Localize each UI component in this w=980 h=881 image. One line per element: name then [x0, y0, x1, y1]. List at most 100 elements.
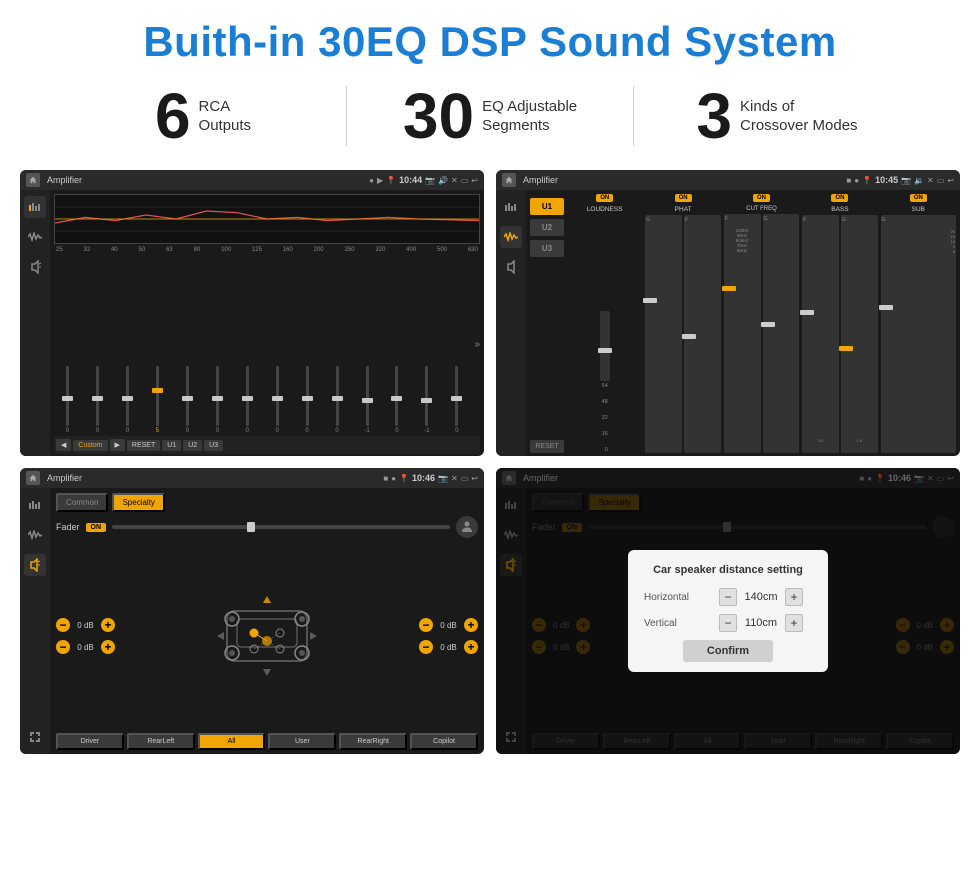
bass-g-slider[interactable]: G 1.0 [841, 215, 878, 453]
db-fr-minus[interactable]: − [419, 618, 433, 632]
eq-slider-col-12: 0 [383, 366, 410, 434]
crossover-channels: ON LOUDNESS 644832160 ON [567, 194, 956, 453]
screen3-time: 10:46 [412, 473, 435, 483]
db-fl-plus[interactable]: + [101, 618, 115, 632]
speaker-icon-2[interactable] [500, 256, 522, 278]
btn-driver[interactable]: Driver [56, 733, 124, 750]
confirm-button[interactable]: Confirm [683, 640, 773, 662]
feature-rca-number: 6 [155, 84, 191, 148]
crossover-reset[interactable]: RESET [530, 440, 564, 453]
eq-slider-track-13[interactable] [425, 366, 428, 426]
btn-rearleft[interactable]: RearLeft [127, 733, 195, 750]
wave-icon[interactable] [24, 226, 46, 248]
back-icon-1[interactable]: ↩ [471, 176, 478, 185]
db-rr-plus[interactable]: + [464, 640, 478, 654]
sub-g-slider[interactable]: G 20151050 [881, 215, 956, 453]
db-fl-minus[interactable]: − [56, 618, 70, 632]
btn-all[interactable]: All [198, 733, 266, 750]
horizontal-minus-btn[interactable]: − [719, 588, 737, 606]
phat-f-slider[interactable]: F [684, 215, 721, 453]
phat-g-slider[interactable]: G [645, 215, 682, 453]
eq-u3-btn[interactable]: U3 [204, 440, 223, 451]
home-icon-1[interactable] [26, 173, 40, 187]
db-rr-minus[interactable]: − [419, 640, 433, 654]
eq-slider-track-10[interactable] [336, 366, 339, 426]
eq-slider-thumb-1 [62, 396, 73, 401]
fader-right-controls: − 0 dB + − 0 dB + [419, 618, 478, 654]
wave-icon-3[interactable] [24, 524, 46, 546]
phat-on[interactable]: ON [675, 194, 692, 202]
fader-slider-h[interactable] [112, 525, 450, 529]
eq-reset-btn[interactable]: RESET [127, 440, 160, 451]
eq-slider-track-8[interactable] [276, 366, 279, 426]
eq-slider-track-3[interactable] [126, 366, 129, 426]
eq-custom-btn[interactable]: Custom [73, 440, 107, 451]
db-rl-minus[interactable]: − [56, 640, 70, 654]
eq-slider-track-4[interactable] [156, 366, 159, 426]
vertical-plus-btn[interactable]: + [785, 614, 803, 632]
db-fr-plus[interactable]: + [464, 618, 478, 632]
eq-icon-3[interactable] [24, 494, 46, 516]
back-icon-3[interactable]: ↩ [471, 474, 478, 483]
eq-slider-track-7[interactable] [246, 366, 249, 426]
loudness-on[interactable]: ON [596, 194, 613, 202]
eq-prev-btn[interactable]: ◀ [56, 439, 71, 451]
car-svg [212, 591, 322, 681]
eq-more-icon[interactable]: » [474, 339, 480, 350]
eq-slider-track-9[interactable] [306, 366, 309, 426]
person-icon[interactable] [456, 516, 478, 538]
sub-on[interactable]: ON [910, 194, 927, 202]
eq-slider-track-1[interactable] [66, 366, 69, 426]
eq-slider-track-6[interactable] [216, 366, 219, 426]
eq-slider-track-5[interactable] [186, 366, 189, 426]
btn-rearright[interactable]: RearRight [339, 733, 407, 750]
btn-user[interactable]: User [268, 733, 336, 750]
home-icon-3[interactable] [26, 471, 40, 485]
eq-u2-btn[interactable]: U2 [183, 440, 202, 451]
eq-u1-btn[interactable]: U1 [162, 440, 181, 451]
eq-slider-track-11[interactable] [366, 366, 369, 426]
battery-icon-2: ▭ [937, 176, 945, 185]
cutfreq-g-thumb [761, 322, 775, 327]
db-rl-plus[interactable]: + [101, 640, 115, 654]
horizontal-plus-btn[interactable]: + [785, 588, 803, 606]
cutfreq-f-slider[interactable]: F 100Hz90Hz80kHz70Hz60Hz [724, 214, 761, 453]
feature-eq-text: EQ AdjustableSegments [482, 97, 577, 136]
eq-icon[interactable] [24, 196, 46, 218]
back-icon-2[interactable]: ↩ [947, 176, 954, 185]
vertical-minus-btn[interactable]: − [719, 614, 737, 632]
eq-icon-2[interactable] [500, 196, 522, 218]
fader-text-label: Fader [56, 522, 80, 532]
preset-u3[interactable]: U3 [530, 240, 564, 257]
bass-on[interactable]: ON [831, 194, 848, 202]
preset-u2[interactable]: U2 [530, 219, 564, 236]
crossover-main: U1 U2 U3 RESET ON LOUDNESS [526, 190, 960, 456]
speaker-icon-3[interactable] [24, 554, 46, 576]
speaker-icon[interactable] [24, 256, 46, 278]
car-diagram [119, 591, 415, 681]
eq-val-12: 0 [395, 428, 398, 434]
bass-f-slider[interactable]: F 3.0 [802, 215, 839, 453]
cutfreq-on[interactable]: ON [753, 194, 770, 202]
eq-slider-track-2[interactable] [96, 366, 99, 426]
bass-label: BASS [831, 206, 848, 213]
eq-slider-thumb-5 [182, 396, 193, 401]
preset-u1[interactable]: U1 [530, 198, 564, 215]
eq-sliders: 0 0 0 [54, 255, 480, 436]
cutfreq-thumb [722, 286, 736, 291]
wave-icon-2[interactable] [500, 226, 522, 248]
eq-next-btn[interactable]: ▶ [110, 439, 125, 451]
feature-eq-number: 30 [403, 84, 474, 148]
distance-dialog: Car speaker distance setting Horizontal … [628, 550, 828, 672]
loudness-slider[interactable] [600, 311, 610, 381]
cutfreq-g-slider[interactable]: G [763, 214, 800, 453]
eq-slider-track-14[interactable] [455, 366, 458, 426]
tab-common[interactable]: Common [56, 493, 108, 512]
resize-icon-3[interactable] [24, 726, 46, 748]
eq-slider-col-1: 0 [54, 366, 81, 434]
home-icon-2[interactable] [502, 173, 516, 187]
btn-copilot[interactable]: Copilot [410, 733, 478, 750]
fader-on-badge[interactable]: ON [86, 523, 107, 532]
tab-specialty[interactable]: Specialty [112, 493, 164, 512]
eq-slider-track-12[interactable] [395, 366, 398, 426]
